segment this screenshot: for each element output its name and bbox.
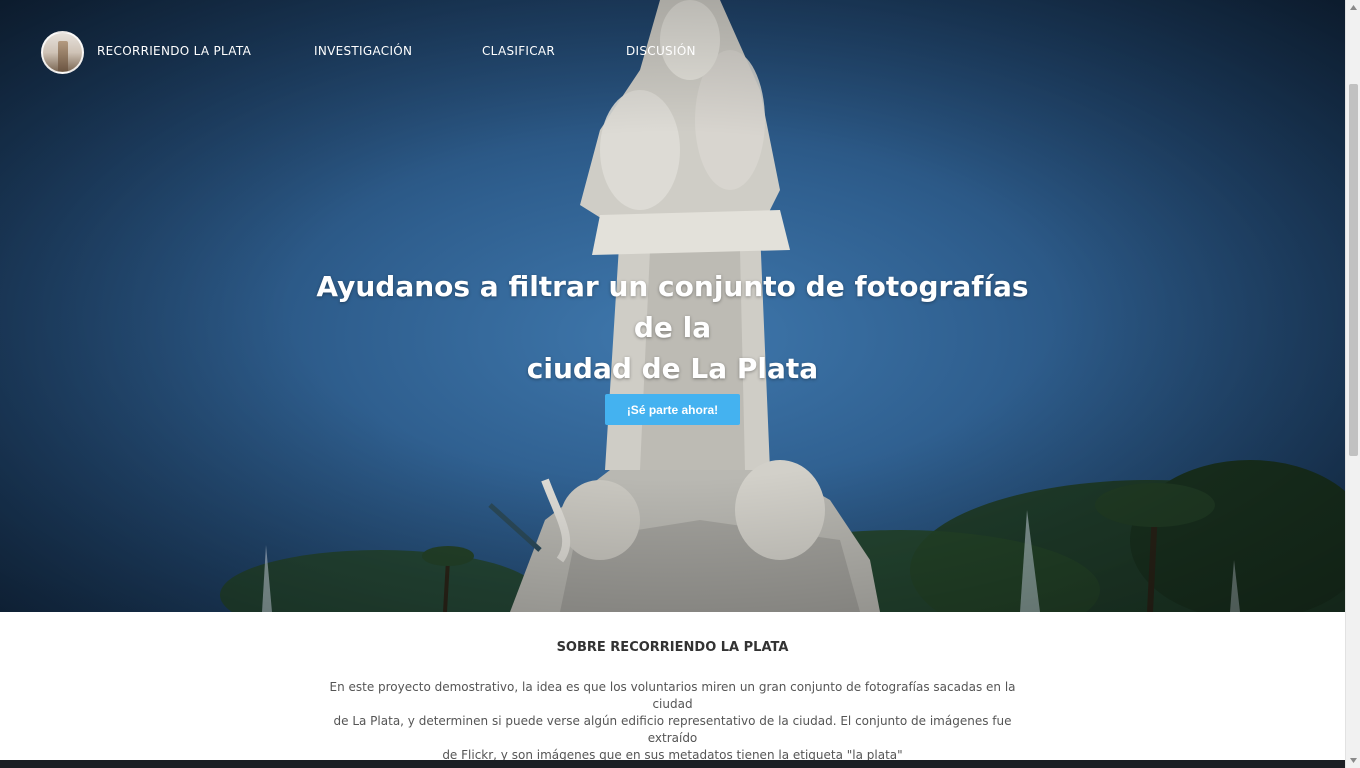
vertical-scrollbar[interactable] [1345, 0, 1360, 768]
nav-link-investigacion[interactable]: INVESTIGACIÓN [314, 44, 412, 58]
join-now-button[interactable]: ¡Sé parte ahora! [605, 394, 740, 425]
top-navigation [41, 30, 84, 74]
scrollbar-thumb[interactable] [1349, 84, 1358, 456]
about-section: SOBRE RECORRIENDO LA PLATA En este proye… [0, 612, 1345, 762]
logo-tower-image [58, 40, 68, 71]
hero-title: Ayudanos a filtrar un conjunto de fotogr… [300, 266, 1045, 389]
hero-section: RECORRIENDO LA PLATA INVESTIGACIÓN CLASI… [0, 0, 1345, 612]
about-title: SOBRE RECORRIENDO LA PLATA [556, 640, 789, 655]
next-section-edge [0, 760, 1345, 768]
about-text-line-1: En este proyecto demostrativo, la idea e… [329, 680, 1016, 711]
arrow-up-icon[interactable] [1346, 0, 1360, 15]
about-text-line-2: de La Plata, y determinen si puede verse… [333, 714, 1012, 745]
hero-title-line-1: Ayudanos a filtrar un conjunto de fotogr… [316, 270, 1029, 344]
nav-brand-link[interactable]: RECORRIENDO LA PLATA [97, 44, 251, 58]
hero-title-line-2: ciudad de La Plata [526, 352, 819, 385]
arrow-down-icon[interactable] [1346, 753, 1360, 768]
nav-link-discusion[interactable]: DISCUSIÓN [626, 44, 696, 58]
nav-link-clasificar[interactable]: CLASIFICAR [482, 44, 555, 58]
about-description: En este proyecto demostrativo, la idea e… [317, 679, 1028, 764]
page: RECORRIENDO LA PLATA INVESTIGACIÓN CLASI… [0, 0, 1345, 768]
project-logo-avatar[interactable] [41, 30, 84, 74]
